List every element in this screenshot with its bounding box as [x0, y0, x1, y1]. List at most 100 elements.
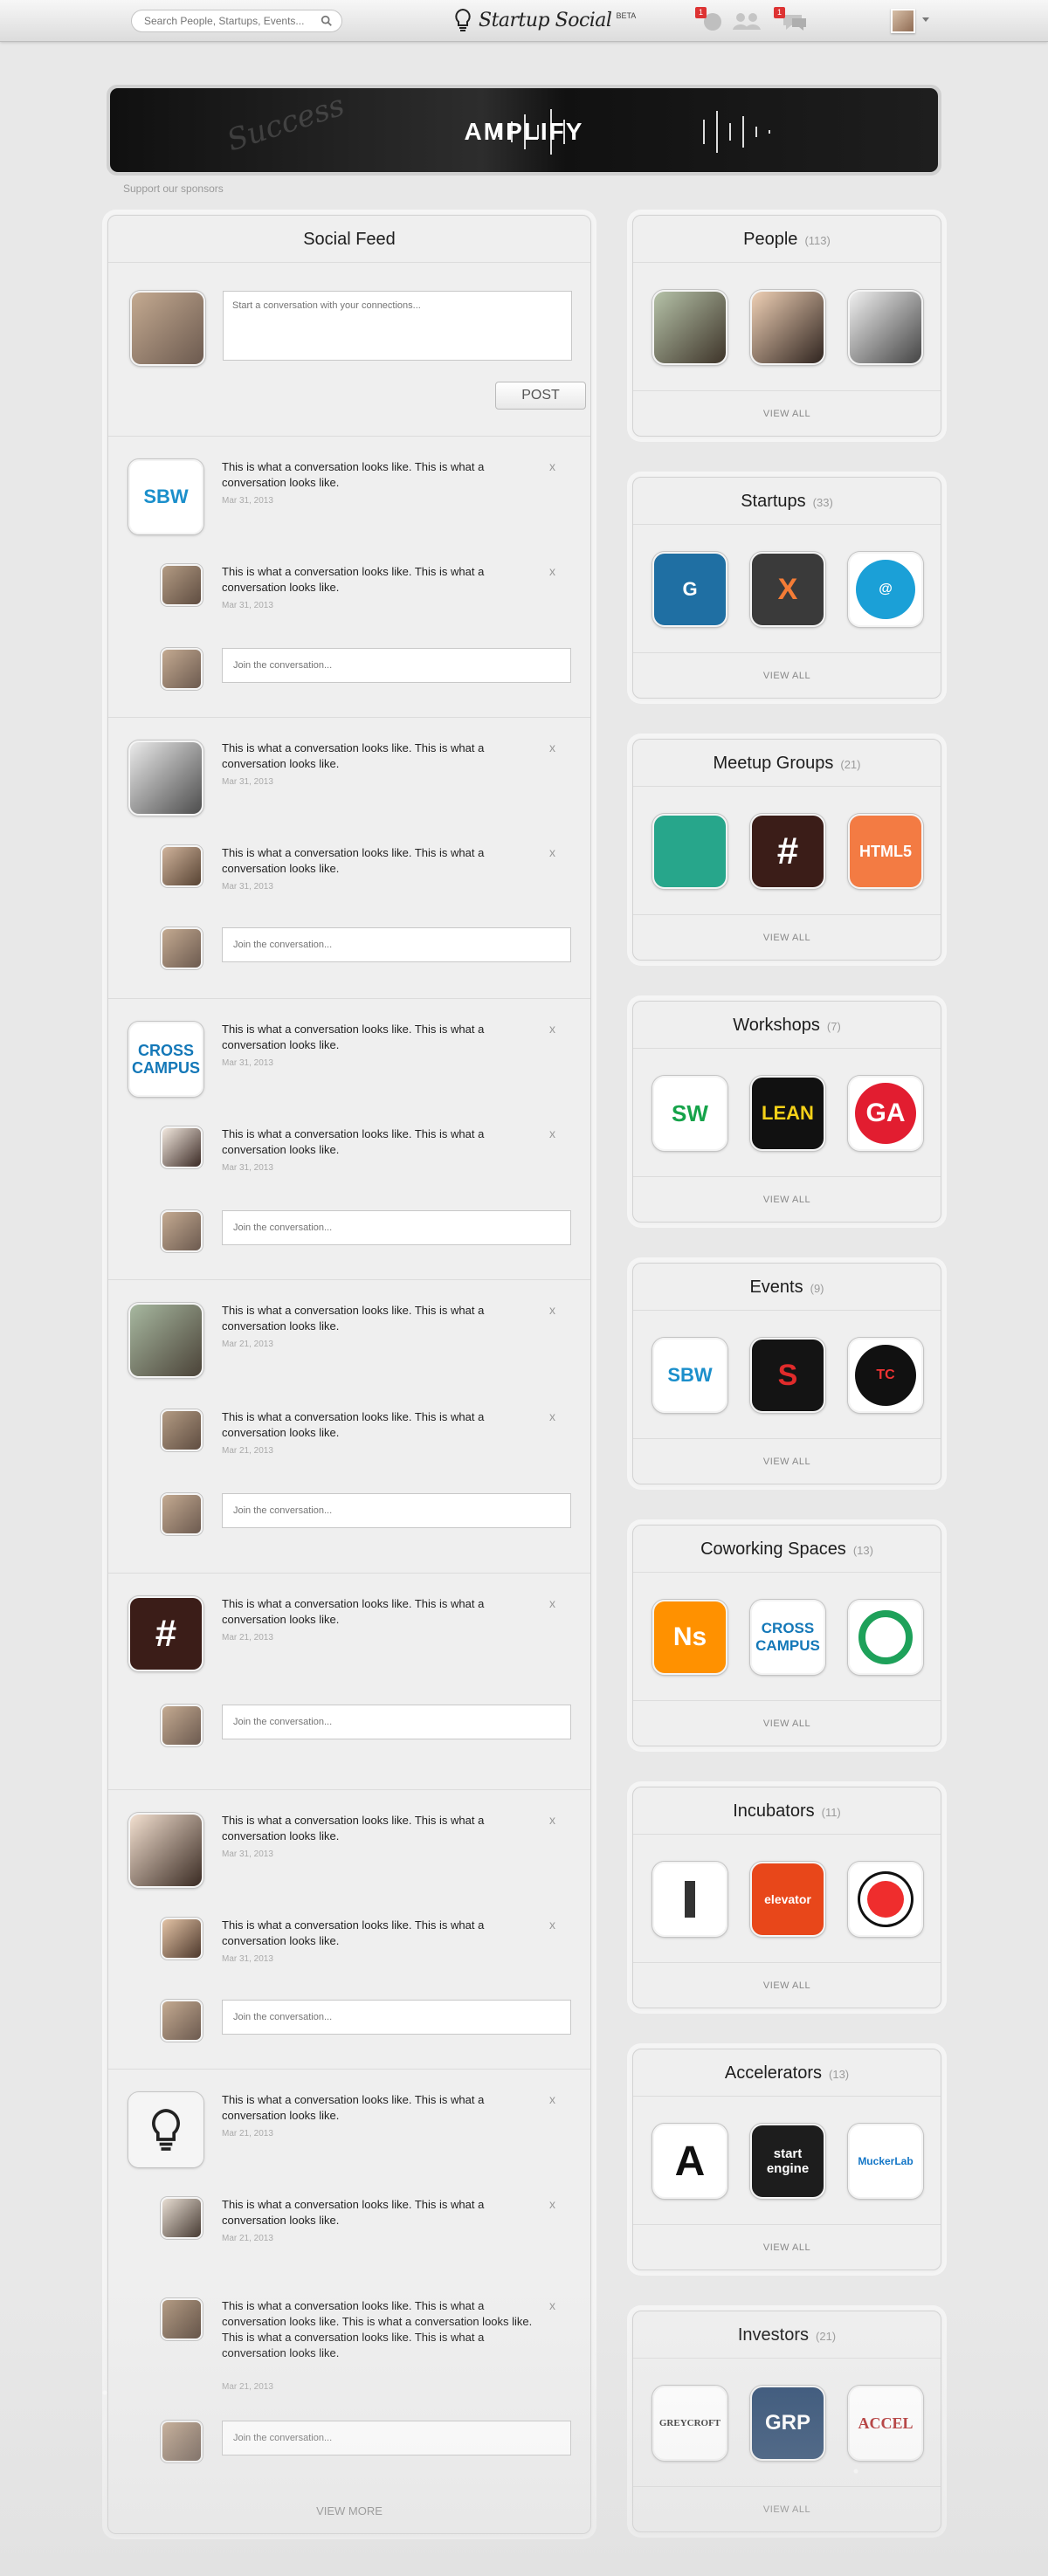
thread: # This is what a conversation looks like… [108, 1573, 590, 1789]
reply-text: This is what a conversation looks like. … [222, 1410, 485, 1439]
chevron-down-icon[interactable] [922, 17, 929, 22]
messages-button[interactable]: 1 [774, 7, 812, 33]
brand-name: Startup Social [479, 9, 612, 31]
message-text: This is what a conversation looks like. … [222, 1023, 485, 1051]
close-icon[interactable]: x [549, 1813, 555, 1827]
close-icon[interactable]: x [549, 740, 555, 754]
close-icon[interactable]: x [549, 459, 555, 473]
close-icon[interactable]: x [549, 1409, 555, 1423]
reply-avatar[interactable] [161, 564, 203, 606]
panel-title: Incubators (11) [633, 1787, 941, 1835]
sbw-logo[interactable]: SBW [652, 1338, 727, 1413]
grubwithus-logo[interactable]: G [652, 552, 727, 627]
close-icon[interactable]: x [549, 1126, 555, 1140]
sponsor-link[interactable]: Support our sponsors [123, 183, 224, 195]
reply-avatar[interactable] [161, 845, 203, 887]
incubators-panel: Incubators (11) elevator VIEW ALL [632, 1787, 941, 2008]
connections-button[interactable] [729, 9, 766, 33]
brand-logo[interactable]: Startup Social BETA [452, 7, 636, 33]
meetup-pattern-logo[interactable] [652, 814, 727, 889]
sbw-logo[interactable]: SBW [128, 459, 203, 534]
notifications-button[interactable]: 1 [695, 7, 725, 33]
reply-input[interactable] [222, 2000, 571, 2035]
feed-title: Social Feed [108, 216, 590, 263]
view-all-button[interactable]: VIEW ALL [633, 1962, 941, 2008]
mucker-lab-logo[interactable]: MuckerLab [848, 2124, 923, 2199]
green-circle-logo[interactable] [848, 1600, 923, 1675]
conversation-input[interactable] [223, 291, 572, 361]
red-box-logo[interactable]: S [750, 1338, 825, 1413]
person-avatar[interactable] [652, 290, 727, 365]
search-box[interactable] [131, 10, 342, 32]
person-avatar[interactable] [848, 290, 923, 365]
close-icon[interactable]: x [549, 845, 555, 859]
reply-avatar[interactable] [161, 2197, 203, 2239]
search-input[interactable] [144, 10, 319, 31]
accel-partners-logo[interactable]: ACCEL [848, 2386, 923, 2461]
grp-partners-logo[interactable]: GRP [750, 2386, 825, 2461]
view-all-button[interactable]: VIEW ALL [633, 390, 941, 436]
message-text: This is what a conversation looks like. … [222, 2093, 485, 2122]
view-all-button[interactable]: VIEW ALL [633, 1438, 941, 1484]
view-all-button[interactable]: VIEW ALL [633, 652, 941, 698]
reply-input[interactable] [222, 927, 571, 962]
incubator-pixel-logo[interactable] [652, 1862, 727, 1937]
reply-avatar[interactable] [161, 1126, 203, 1168]
search-icon[interactable] [321, 15, 333, 27]
reply-input[interactable] [222, 1705, 571, 1739]
view-more-button[interactable]: VIEW MORE [108, 2504, 590, 2517]
greycroft-logo[interactable]: GREYCROFT [652, 2386, 727, 2461]
hammer-startup-logo[interactable]: X [750, 552, 825, 627]
at-the-pool-logo[interactable]: @ [848, 552, 923, 627]
reply-avatar[interactable] [161, 1409, 203, 1451]
member-avatar[interactable] [128, 740, 203, 816]
red-star-logo[interactable] [848, 1862, 923, 1937]
tech-crawl-logo[interactable]: TC [848, 1338, 923, 1413]
reply-input[interactable] [222, 1210, 571, 1245]
startup-weekend-logo[interactable]: SW [652, 1076, 727, 1151]
reply-input[interactable] [222, 1493, 571, 1528]
close-icon[interactable]: x [549, 1303, 555, 1317]
view-all-button[interactable]: VIEW ALL [633, 2224, 941, 2269]
sponsor-banner[interactable]: Success AMPLIFY [107, 85, 941, 176]
member-avatar[interactable] [128, 1303, 203, 1378]
close-icon[interactable]: x [549, 1918, 555, 1932]
lean-startup-logo[interactable]: LEAN [750, 1076, 825, 1151]
close-icon[interactable]: x [549, 1596, 555, 1610]
start-engine-logo[interactable]: start engine [750, 2124, 825, 2199]
reply-avatar[interactable] [161, 1918, 203, 1960]
close-icon[interactable]: x [549, 2092, 555, 2106]
person-avatar[interactable] [750, 290, 825, 365]
message-text: This is what a conversation looks like. … [222, 1814, 485, 1842]
panel-title: Accelerators (13) [633, 2049, 941, 2097]
ns-logo[interactable]: Ns [652, 1600, 727, 1675]
cross-campus-logo[interactable]: CROSS CAMPUS [128, 1022, 203, 1097]
close-icon[interactable]: x [549, 1022, 555, 1036]
la-tech-happy-hour-logo[interactable]: # [750, 814, 825, 889]
cross-campus-logo[interactable]: CROSS CAMPUS [750, 1600, 825, 1675]
view-all-button[interactable]: VIEW ALL [633, 1176, 941, 1222]
view-all-button[interactable]: VIEW ALL [633, 1700, 941, 1746]
general-assembly-logo[interactable]: GA [848, 1076, 923, 1151]
user-avatar[interactable] [891, 9, 915, 33]
post-button[interactable]: POST [495, 382, 586, 410]
elevator-labs-logo[interactable]: elevator [750, 1862, 825, 1937]
view-all-button[interactable]: VIEW ALL [633, 914, 941, 960]
amplify-logo[interactable]: A [652, 2124, 727, 2199]
people-panel: People (113) VIEW ALL [632, 215, 941, 437]
reply-input[interactable] [222, 648, 571, 683]
close-icon[interactable]: x [549, 2197, 555, 2211]
message-text: This is what a conversation looks like. … [222, 460, 485, 489]
reply-input[interactable] [222, 2421, 571, 2455]
close-icon[interactable]: x [549, 564, 555, 578]
reply-avatar[interactable] [161, 2298, 203, 2340]
view-all-button[interactable]: VIEW ALL [633, 2486, 941, 2531]
close-icon[interactable]: x [549, 2298, 555, 2312]
reply-date: Mar 21, 2013 [222, 2234, 273, 2243]
member-avatar[interactable] [128, 1813, 203, 1888]
la-tech-happy-hour-logo[interactable]: # [128, 1596, 203, 1671]
startup-social-logo[interactable] [128, 2092, 203, 2167]
html5-la-logo[interactable]: HTML5 [848, 814, 923, 889]
reply-date: Mar 31, 2013 [222, 882, 273, 892]
panel-title: Meetup Groups (21) [633, 740, 941, 787]
